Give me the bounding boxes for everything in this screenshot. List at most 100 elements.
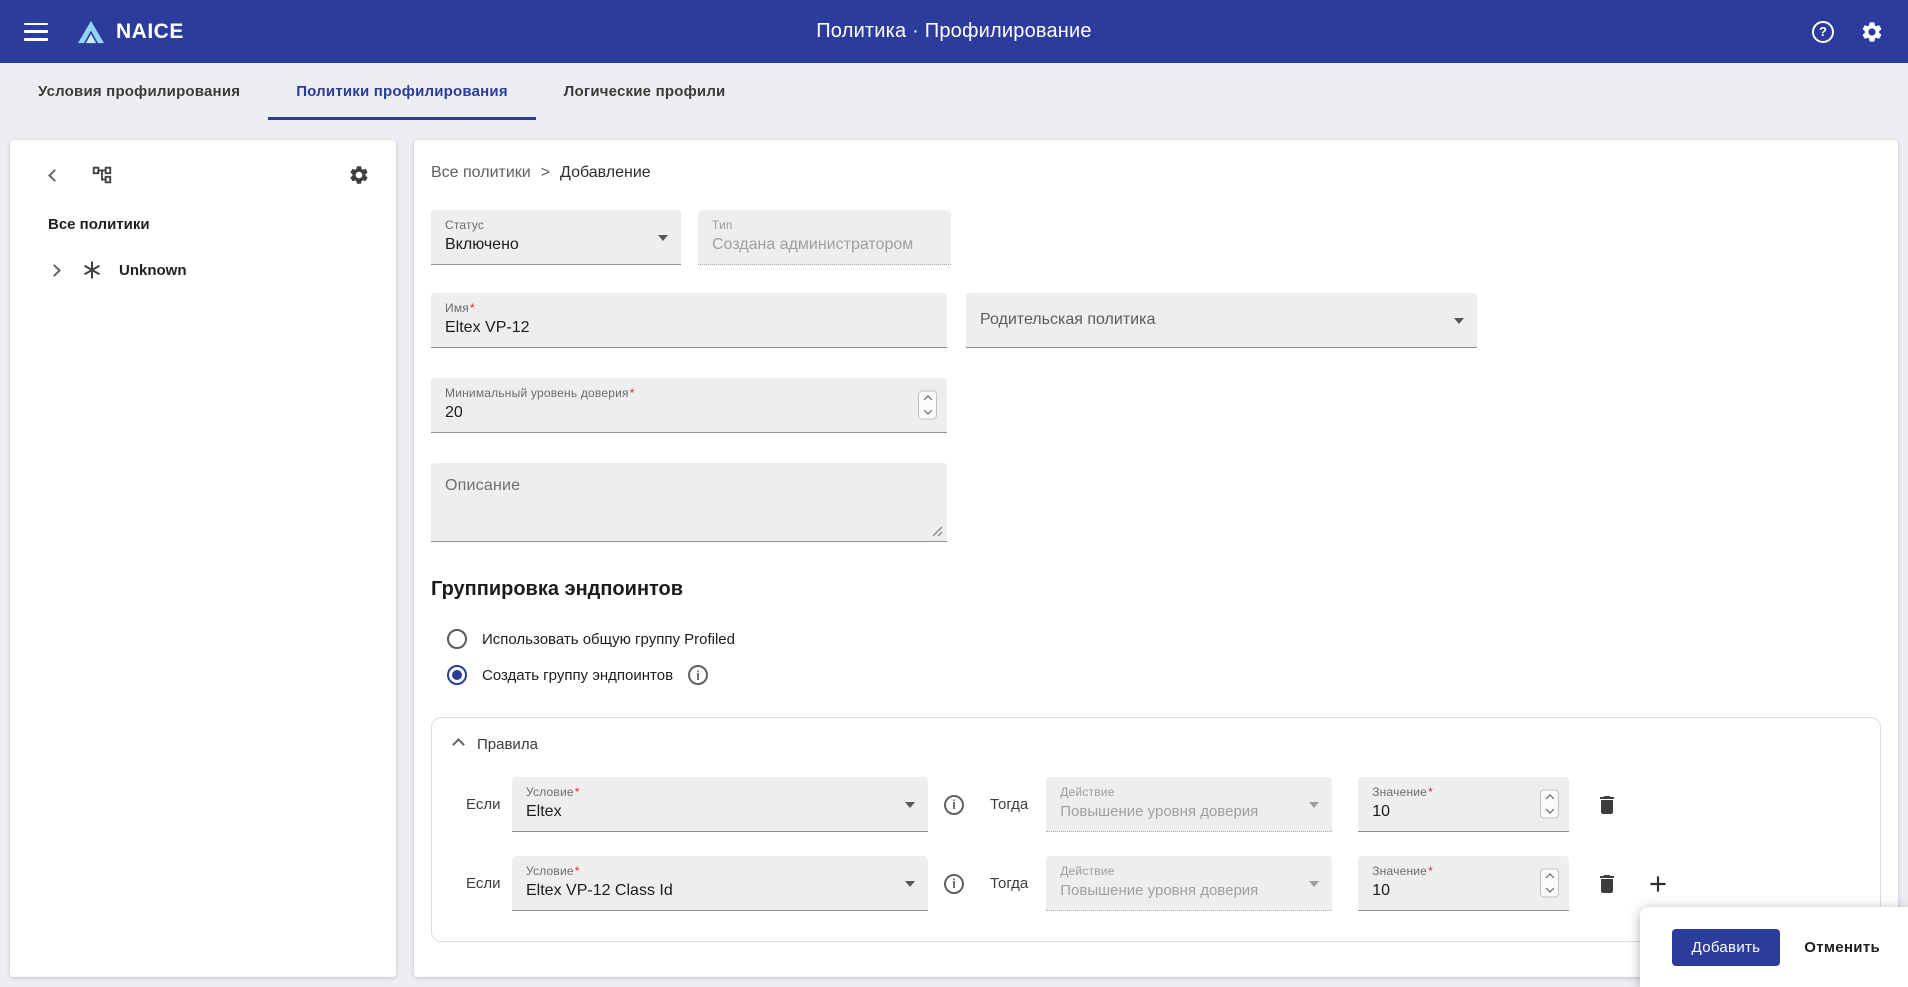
rule-condition-select[interactable]: Условие* Eltex bbox=[512, 777, 928, 832]
status-value: Включено bbox=[445, 236, 667, 254]
collapse-rules-chevron-icon[interactable] bbox=[452, 738, 465, 751]
rule-action-label: Действие bbox=[1060, 864, 1318, 878]
tree-item-label: Unknown bbox=[119, 262, 187, 279]
endpoint-grouping-title: Группировка эндпоинтов bbox=[431, 578, 1881, 601]
settings-gear-icon[interactable] bbox=[1860, 20, 1884, 44]
appbar: NAICE Политика · Профилирование ? bbox=[0, 0, 1908, 63]
page-title: Политика · Профилирование bbox=[0, 20, 1908, 43]
menu-icon[interactable] bbox=[24, 23, 48, 41]
dropdown-arrow-icon bbox=[1454, 318, 1464, 324]
name-value: Eltex VP-12 bbox=[445, 319, 933, 337]
spinner-down-icon[interactable] bbox=[923, 406, 931, 414]
type-placeholder: Создана администратором bbox=[712, 236, 937, 254]
rule-then-label: Тогда bbox=[990, 875, 1028, 892]
tab-logical-profiles[interactable]: Логические профили bbox=[536, 63, 754, 120]
spinner-down-icon[interactable] bbox=[1545, 884, 1553, 892]
row-name-parent: Имя* Eltex VP-12 Родительская политика bbox=[431, 293, 1881, 348]
radio-create-endpoint-group[interactable]: Создать группу эндпоинтов i bbox=[447, 665, 1881, 685]
radio-checked-icon[interactable] bbox=[447, 665, 467, 685]
description-label: Описание bbox=[445, 477, 933, 495]
dropdown-arrow-icon bbox=[1309, 881, 1319, 887]
rule-condition-label: Условие* bbox=[526, 785, 914, 799]
type-label: Тип bbox=[712, 218, 937, 232]
help-icon[interactable]: ? bbox=[1812, 21, 1834, 43]
breadcrumb-current: Добавление bbox=[560, 164, 651, 182]
tree-settings-gear-icon[interactable] bbox=[348, 164, 370, 186]
policy-hub-icon bbox=[81, 259, 103, 281]
spinner-up-icon[interactable] bbox=[1545, 873, 1553, 881]
radio-use-profiled-group[interactable]: Использовать общую группу Profiled bbox=[447, 629, 1881, 649]
tree-toolbar bbox=[10, 140, 396, 186]
collapse-panel-chevron-icon[interactable] bbox=[48, 169, 61, 182]
spinner-down-icon[interactable] bbox=[1545, 805, 1553, 813]
resize-handle-icon[interactable] bbox=[932, 526, 943, 537]
dropdown-arrow-icon bbox=[1309, 802, 1319, 808]
add-rule-icon[interactable] bbox=[1645, 871, 1671, 897]
breadcrumb-parent[interactable]: Все политики bbox=[431, 164, 531, 182]
brand[interactable]: NAICE bbox=[76, 19, 184, 45]
rule-value-input[interactable]: Значение* 10 bbox=[1358, 856, 1569, 911]
delete-rule-icon[interactable] bbox=[1595, 793, 1619, 817]
dropdown-arrow-icon bbox=[905, 881, 915, 887]
submit-button[interactable]: Добавить bbox=[1672, 929, 1781, 966]
info-icon[interactable]: i bbox=[944, 795, 964, 815]
number-spinner[interactable] bbox=[1540, 869, 1559, 898]
row-description: Описание bbox=[431, 463, 1881, 542]
rule-then-label: Тогда bbox=[990, 796, 1028, 813]
name-field[interactable]: Имя* Eltex VP-12 bbox=[431, 293, 947, 348]
info-icon[interactable]: i bbox=[688, 665, 708, 685]
breadcrumb: Все политики > Добавление bbox=[431, 164, 1881, 182]
radio-unchecked-icon[interactable] bbox=[447, 629, 467, 649]
rule-value-value: 10 bbox=[1372, 882, 1555, 900]
delete-rule-icon[interactable] bbox=[1595, 872, 1619, 896]
brand-name: NAICE bbox=[116, 20, 184, 44]
number-spinner[interactable] bbox=[918, 391, 937, 420]
rule-row: Если Условие* Eltex i Тогда Действие Пов… bbox=[454, 777, 1858, 832]
rule-if-label: Если bbox=[466, 875, 506, 892]
number-spinner[interactable] bbox=[1540, 790, 1559, 819]
rule-value-label: Значение* bbox=[1372, 785, 1555, 799]
name-label: Имя* bbox=[445, 301, 933, 315]
rule-condition-select[interactable]: Условие* Eltex VP-12 Class Id bbox=[512, 856, 928, 911]
radio-create-group-label: Создать группу эндпоинтов bbox=[482, 667, 673, 684]
rule-action-select: Действие Повышение уровня доверия bbox=[1046, 777, 1332, 832]
description-textarea[interactable]: Описание bbox=[431, 463, 947, 542]
parent-policy-label: Родительская политика bbox=[980, 311, 1155, 329]
tab-bar: Условия профилирования Политики профилир… bbox=[0, 63, 1908, 120]
dropdown-arrow-icon bbox=[658, 235, 668, 241]
spinner-up-icon[interactable] bbox=[923, 395, 931, 403]
parent-policy-select[interactable]: Родительская политика bbox=[966, 293, 1477, 348]
dropdown-arrow-icon bbox=[905, 802, 915, 808]
tree-root-label[interactable]: Все политики bbox=[48, 216, 396, 233]
rule-value-input[interactable]: Значение* 10 bbox=[1358, 777, 1569, 832]
rule-value-value: 10 bbox=[1372, 803, 1555, 821]
tab-profiling-policies[interactable]: Политики профилирования bbox=[268, 63, 536, 120]
policy-tree-panel: Все политики Unknown bbox=[10, 140, 396, 977]
rules-title: Правила bbox=[477, 736, 538, 753]
tree-view-icon[interactable] bbox=[91, 164, 113, 186]
rule-condition-value: Eltex bbox=[526, 803, 914, 821]
radio-use-profiled-label: Использовать общую группу Profiled bbox=[482, 631, 735, 648]
tab-profiling-conditions[interactable]: Условия профилирования bbox=[10, 63, 268, 120]
min-trust-label: Минимальный уровень доверия* bbox=[445, 386, 933, 400]
naice-logo-icon bbox=[76, 19, 106, 45]
content: Все политики Unknown Все политики > Д bbox=[10, 140, 1898, 977]
min-trust-input[interactable]: Минимальный уровень доверия* 20 bbox=[431, 378, 947, 433]
breadcrumb-separator-icon: > bbox=[541, 164, 550, 182]
rule-action-value: Повышение уровня доверия bbox=[1060, 882, 1318, 899]
rules-header[interactable]: Правила bbox=[454, 736, 1858, 753]
status-label: Статус bbox=[445, 218, 667, 232]
min-trust-value: 20 bbox=[445, 404, 933, 422]
info-icon[interactable]: i bbox=[944, 874, 964, 894]
row-min-trust: Минимальный уровень доверия* 20 bbox=[431, 378, 1881, 433]
form-actions: Добавить Отменить bbox=[1640, 907, 1908, 987]
spinner-up-icon[interactable] bbox=[1545, 794, 1553, 802]
tree-item-unknown[interactable]: Unknown bbox=[50, 259, 396, 281]
cancel-button[interactable]: Отменить bbox=[1804, 939, 1880, 956]
rule-if-label: Если bbox=[466, 796, 506, 813]
expand-chevron-icon[interactable] bbox=[48, 264, 61, 277]
status-select[interactable]: Статус Включено bbox=[431, 210, 681, 265]
row-status-type: Статус Включено Тип Создана администрато… bbox=[431, 210, 1881, 265]
appbar-actions: ? bbox=[1812, 20, 1884, 44]
rule-action-value: Повышение уровня доверия bbox=[1060, 803, 1318, 820]
